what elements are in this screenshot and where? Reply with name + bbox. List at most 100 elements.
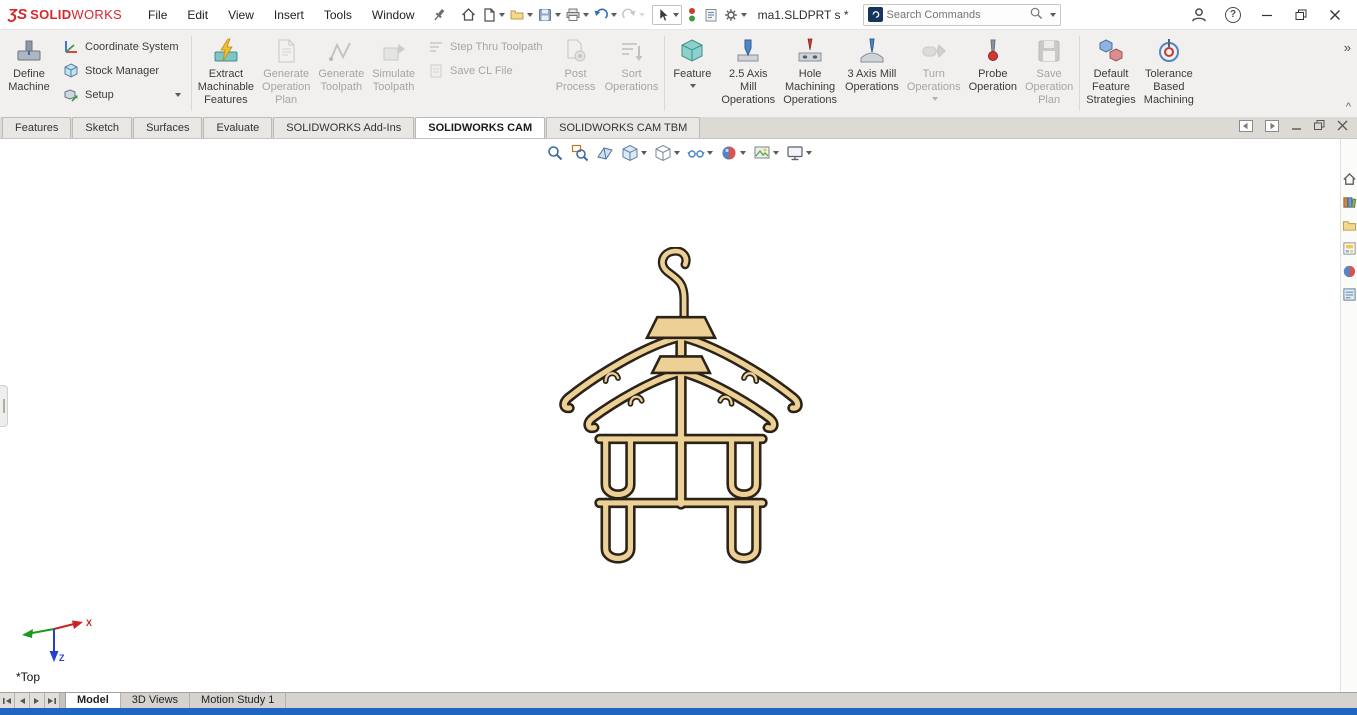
taskpane-resources-icon[interactable] [1341,171,1357,187]
view-settings-dropdown-icon[interactable] [805,151,812,155]
display-style-icon[interactable] [652,143,682,163]
last-tab-button[interactable] [45,693,60,708]
expand-pane-right-icon[interactable] [1264,119,1280,136]
print-dropdown-icon[interactable] [582,12,589,17]
tab-features[interactable]: Features [2,117,72,138]
options-gear-button[interactable] [722,5,748,25]
graphics-area[interactable]: X Z *Top [0,139,1357,692]
status-stoplight-icon[interactable] [684,5,700,25]
ribbon-overflow-chevron[interactable]: » [1344,40,1351,55]
tolerance-based-machining-button[interactable]: Tolerance Based Machining [1140,32,1198,115]
menu-edit[interactable]: Edit [177,4,218,26]
search-dropdown-icon[interactable] [1049,12,1056,17]
mill-25-axis-button[interactable]: 2.5 Axis Mill Operations [717,32,779,115]
collapse-pane-left-icon[interactable] [1238,119,1254,136]
stock-manager-button[interactable]: Stock Manager [58,60,185,81]
new-dropdown-icon[interactable] [498,12,505,17]
view-orientation-icon[interactable] [619,143,649,163]
print-button[interactable] [564,5,590,25]
view-orientation-dropdown-icon[interactable] [640,151,647,155]
section-view-icon[interactable] [594,143,616,163]
define-machine-icon [16,36,42,66]
search-box[interactable] [862,3,1061,26]
user-account-button[interactable] [1185,3,1213,27]
probe-operation-button[interactable]: Probe Operation [965,32,1021,115]
minimize-button[interactable] [1253,3,1281,27]
hole-machining-button[interactable]: Hole Machining Operations [779,32,841,115]
select-dropdown-icon[interactable] [672,12,679,17]
custom-properties-icon[interactable] [1341,286,1357,302]
menu-window[interactable]: Window [362,4,425,26]
motion-study-tab[interactable]: Motion Study 1 [190,693,287,708]
document-minimize-icon[interactable] [1290,119,1303,135]
design-library-icon[interactable] [1341,194,1357,210]
edit-appearance-dropdown-icon[interactable] [739,151,746,155]
extract-machinable-features-button[interactable]: Extract Machinable Features [194,32,258,115]
coordinate-system-button[interactable]: Coordinate System [58,36,185,57]
feature-button[interactable]: Feature [667,32,717,115]
heads-up-view-toolbar [544,143,814,163]
close-button[interactable] [1321,3,1349,27]
options-dropdown-icon[interactable] [740,12,747,17]
model-tab[interactable]: Model [66,693,121,708]
view-settings-icon[interactable] [784,143,814,163]
featuremanager-collapse-handle[interactable] [0,385,8,427]
3d-views-tab[interactable]: 3D Views [121,693,191,708]
save-dropdown-icon[interactable] [554,12,561,17]
step-thru-icon [427,39,445,55]
tab-solidworks-cam-tbm[interactable]: SOLIDWORKS CAM TBM [546,117,701,138]
tab-evaluate[interactable]: Evaluate [203,117,273,138]
view-palette-icon[interactable] [1341,240,1357,256]
select-tool-button[interactable] [651,4,682,25]
menu-file[interactable]: File [138,4,177,26]
pin-menu-icon[interactable] [431,7,447,23]
clipboard-button[interactable] [702,5,720,25]
tab-solidworks-cam[interactable]: SOLIDWORKS CAM [415,117,546,138]
hide-show-dropdown-icon[interactable] [706,151,713,155]
search-input[interactable] [886,8,1025,21]
apply-scene-icon[interactable] [751,143,781,163]
menu-insert[interactable]: Insert [264,4,314,26]
setup-dropdown-icon[interactable] [174,92,181,97]
first-tab-button[interactable] [0,693,15,708]
zoom-fit-icon[interactable] [544,143,566,163]
zoom-area-icon[interactable] [569,143,591,163]
file-explorer-icon[interactable] [1341,217,1357,233]
solidworks-window: ƷS SOLID WORKS File Edit View Insert Too… [0,0,1357,715]
display-style-dropdown-icon[interactable] [673,151,680,155]
bottom-tab-bar: Model 3D Views Motion Study 1 [0,692,1357,708]
help-button[interactable]: ? [1219,3,1247,27]
tab-sketch[interactable]: Sketch [72,117,133,138]
open-button[interactable] [508,5,534,25]
previous-tab-button[interactable] [15,693,30,708]
tab-surfaces[interactable]: Surfaces [133,117,203,138]
ribbon-collapse-chevron[interactable]: ^ [1346,101,1351,113]
mill-3-axis-button[interactable]: 3 Axis Mill Operations [841,32,903,115]
hanger-model[interactable] [552,247,810,569]
new-document-button[interactable] [480,5,506,25]
restore-button[interactable] [1287,3,1315,27]
save-button[interactable] [536,5,562,25]
simulate-toolpath-icon [381,36,407,66]
menu-view[interactable]: View [218,4,264,26]
default-strategies-icon [1098,36,1124,66]
open-dropdown-icon[interactable] [526,12,533,17]
apply-scene-dropdown-icon[interactable] [772,151,779,155]
next-tab-button[interactable] [30,693,45,708]
default-feature-strategies-button[interactable]: Default Feature Strategies [1082,32,1140,115]
home-button[interactable] [459,5,478,25]
menu-tools[interactable]: Tools [314,4,362,26]
tab-solidworks-addins[interactable]: SOLIDWORKS Add-Ins [273,117,415,138]
undo-dropdown-icon[interactable] [610,12,617,17]
hide-show-items-icon[interactable] [685,143,715,163]
edit-appearance-icon[interactable] [718,143,748,163]
document-close-icon[interactable] [1336,119,1349,135]
undo-button[interactable] [592,5,618,25]
document-restore-icon[interactable] [1313,119,1326,135]
search-magnifier-icon[interactable] [1029,6,1044,24]
setup-button[interactable]: Setup [58,84,185,105]
appearances-scenes-icon[interactable] [1341,263,1357,279]
define-machine-button[interactable]: Define Machine [4,32,54,115]
feature-dropdown-icon[interactable] [690,83,697,88]
tolerance-based-machining-icon [1156,36,1182,66]
